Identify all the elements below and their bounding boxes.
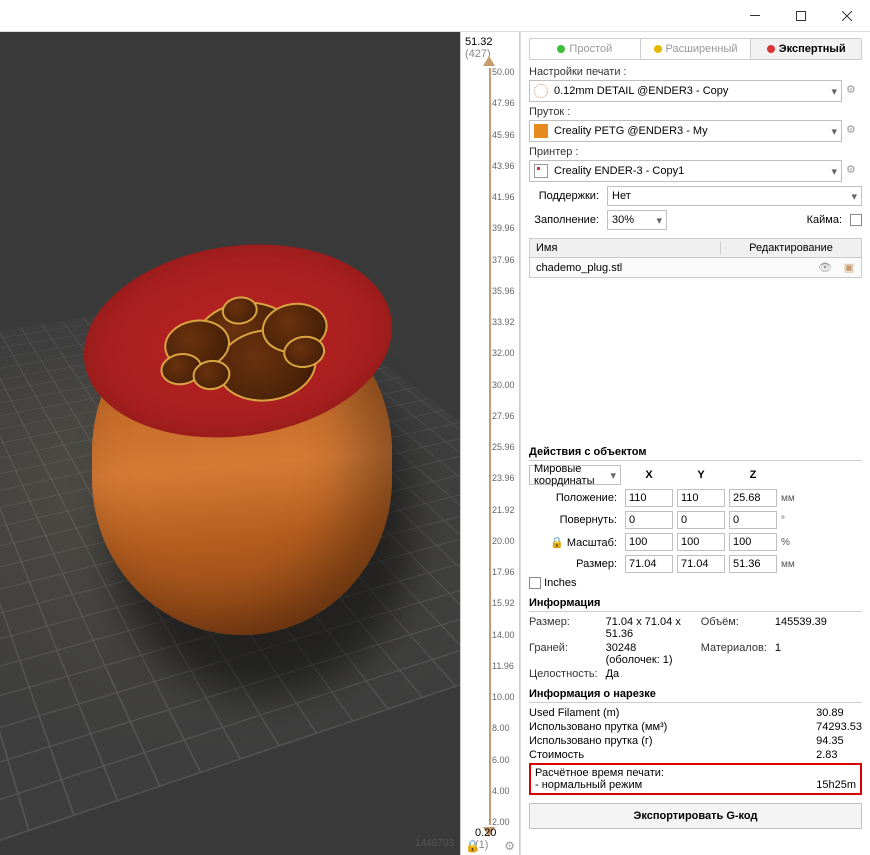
scale-label: 🔒 Масштаб:	[529, 536, 621, 549]
filament-combo[interactable]: Creality PETG @ENDER3 - My▾	[529, 120, 842, 142]
print-settings-gear-icon[interactable]: ⚙	[846, 83, 862, 99]
ruler-tick: 33.92	[492, 317, 515, 327]
ruler-tick: 23.96	[492, 473, 515, 483]
ruler-settings-icon[interactable]: ⚙	[504, 839, 515, 853]
scale-x-input[interactable]	[625, 533, 673, 551]
info-title: Информация	[529, 597, 862, 612]
actions-title: Действия с объектом	[529, 446, 862, 461]
ruler-tick: 35.96	[492, 286, 515, 296]
filament-color-icon	[534, 124, 548, 138]
ruler-tick: 43.96	[492, 161, 515, 171]
ruler-bottom-value: 0.20	[475, 827, 496, 839]
inches-checkbox[interactable]	[529, 577, 541, 589]
position-label: Положение:	[529, 492, 621, 504]
rotate-z-input[interactable]	[729, 511, 777, 529]
ruler-tick: 17.96	[492, 567, 515, 577]
ruler-tick: 25.96	[492, 442, 515, 452]
instances-icon[interactable]: ▣	[837, 261, 861, 274]
mode-simple-tab[interactable]: Простой	[530, 39, 640, 59]
infill-label: Заполнение:	[529, 214, 599, 226]
supports-select[interactable]: Нет▾	[607, 186, 862, 206]
object-name: chademo_plug.stl	[530, 262, 813, 274]
ruler-tick: 11.96	[492, 661, 514, 671]
ruler-tick: 45.96	[492, 130, 515, 140]
ruler-tick: 41.96	[492, 192, 515, 202]
size-z-input[interactable]	[729, 555, 777, 573]
mode-expert-tab[interactable]: Экспертный	[750, 39, 861, 59]
slice-title: Информация о нарезке	[529, 688, 862, 703]
supports-label: Поддержки:	[529, 190, 599, 202]
layer-icon	[534, 84, 548, 98]
rotate-y-input[interactable]	[677, 511, 725, 529]
coord-mode-select[interactable]: Мировые координаты▾	[529, 465, 621, 485]
scale-z-input[interactable]	[729, 533, 777, 551]
position-y-input[interactable]	[677, 489, 725, 507]
ruler-tick: 2.00	[492, 817, 510, 827]
rotate-x-input[interactable]	[625, 511, 673, 529]
printer-label: Принтер :	[529, 146, 862, 158]
window-minimize-button[interactable]	[732, 0, 778, 32]
window-maximize-button[interactable]	[778, 0, 824, 32]
ruler-tick: 15.92	[492, 598, 515, 608]
ruler-lock-icon[interactable]: 🔒	[465, 839, 480, 853]
ruler-tick: 30.00	[492, 380, 515, 390]
ruler-tick: 20.00	[492, 536, 515, 546]
ruler-tick: 8.00	[492, 723, 510, 733]
brim-checkbox[interactable]	[850, 214, 862, 226]
axis-y: Y	[677, 469, 725, 481]
ruler-tick: 6.00	[492, 755, 510, 765]
printer-icon	[534, 164, 548, 178]
ruler-tick: 32.00	[492, 348, 515, 358]
ruler-track[interactable]	[489, 68, 491, 825]
printer-combo[interactable]: Creality ENDER-3 - Copy1▾	[529, 160, 842, 182]
window-titlebar	[0, 0, 870, 32]
window-close-button[interactable]	[824, 0, 870, 32]
print-settings-label: Настройки печати :	[529, 66, 862, 78]
position-x-input[interactable]	[625, 489, 673, 507]
mode-advanced-tab[interactable]: Расширенный	[640, 39, 751, 59]
infill-select[interactable]: 30%▾	[607, 210, 667, 230]
visibility-icon[interactable]: 👁	[813, 261, 837, 274]
ruler-tick: 39.96	[492, 223, 515, 233]
rotate-label: Повернуть:	[529, 514, 621, 526]
printer-gear-icon[interactable]: ⚙	[846, 163, 862, 179]
object-table-header: Имя Редактирование	[529, 238, 862, 258]
print-settings-combo[interactable]: 0.12mm DETAIL @ENDER3 - Copy▾	[529, 80, 842, 102]
layer-ruler[interactable]: 51.32 (427) 0.20 (1) 50.0047.9645.9643.9…	[460, 32, 520, 855]
triangle-count: 1446703	[415, 838, 454, 849]
scale-y-input[interactable]	[677, 533, 725, 551]
ruler-tick: 37.96	[492, 255, 515, 265]
viewport-column: 1446703 51.32 (427) 0.20 (1) 50.0047.964…	[0, 32, 520, 855]
ruler-tick: 21.92	[492, 505, 515, 515]
print-time-highlight: Расчётное время печати: - нормальный реж…	[529, 763, 862, 795]
axis-z: Z	[729, 469, 777, 481]
size-x-input[interactable]	[625, 555, 673, 573]
ruler-tick: 14.00	[492, 630, 515, 640]
export-gcode-button[interactable]: Экспортировать G-код	[529, 803, 862, 829]
object-row[interactable]: chademo_plug.stl 👁 ▣	[529, 258, 862, 278]
ruler-top-value: 51.32	[465, 36, 493, 48]
axis-x: X	[625, 469, 673, 481]
scale-lock-icon[interactable]: 🔒	[550, 537, 564, 549]
size-label: Размер:	[529, 558, 621, 570]
position-z-input[interactable]	[729, 489, 777, 507]
object-header-name: Имя	[530, 242, 721, 254]
ruler-tick: 10.00	[492, 692, 515, 702]
object-header-editing: Редактирование	[721, 242, 861, 254]
brim-label: Кайма:	[807, 214, 842, 226]
ruler-tick: 50.00	[492, 67, 515, 77]
ruler-tick: 47.96	[492, 98, 515, 108]
inches-label: Inches	[544, 577, 576, 589]
filament-gear-icon[interactable]: ⚙	[846, 123, 862, 139]
filament-label: Пруток :	[529, 106, 862, 118]
3d-viewport[interactable]: 1446703	[0, 32, 460, 855]
mode-tabs: Простой Расширенный Экспертный	[529, 38, 862, 60]
size-y-input[interactable]	[677, 555, 725, 573]
ruler-tick: 27.96	[492, 411, 515, 421]
ruler-tick: 4.00	[492, 786, 510, 796]
ruler-handle-top[interactable]	[483, 56, 495, 66]
right-panel: Простой Расширенный Экспертный Настройки…	[520, 32, 870, 855]
